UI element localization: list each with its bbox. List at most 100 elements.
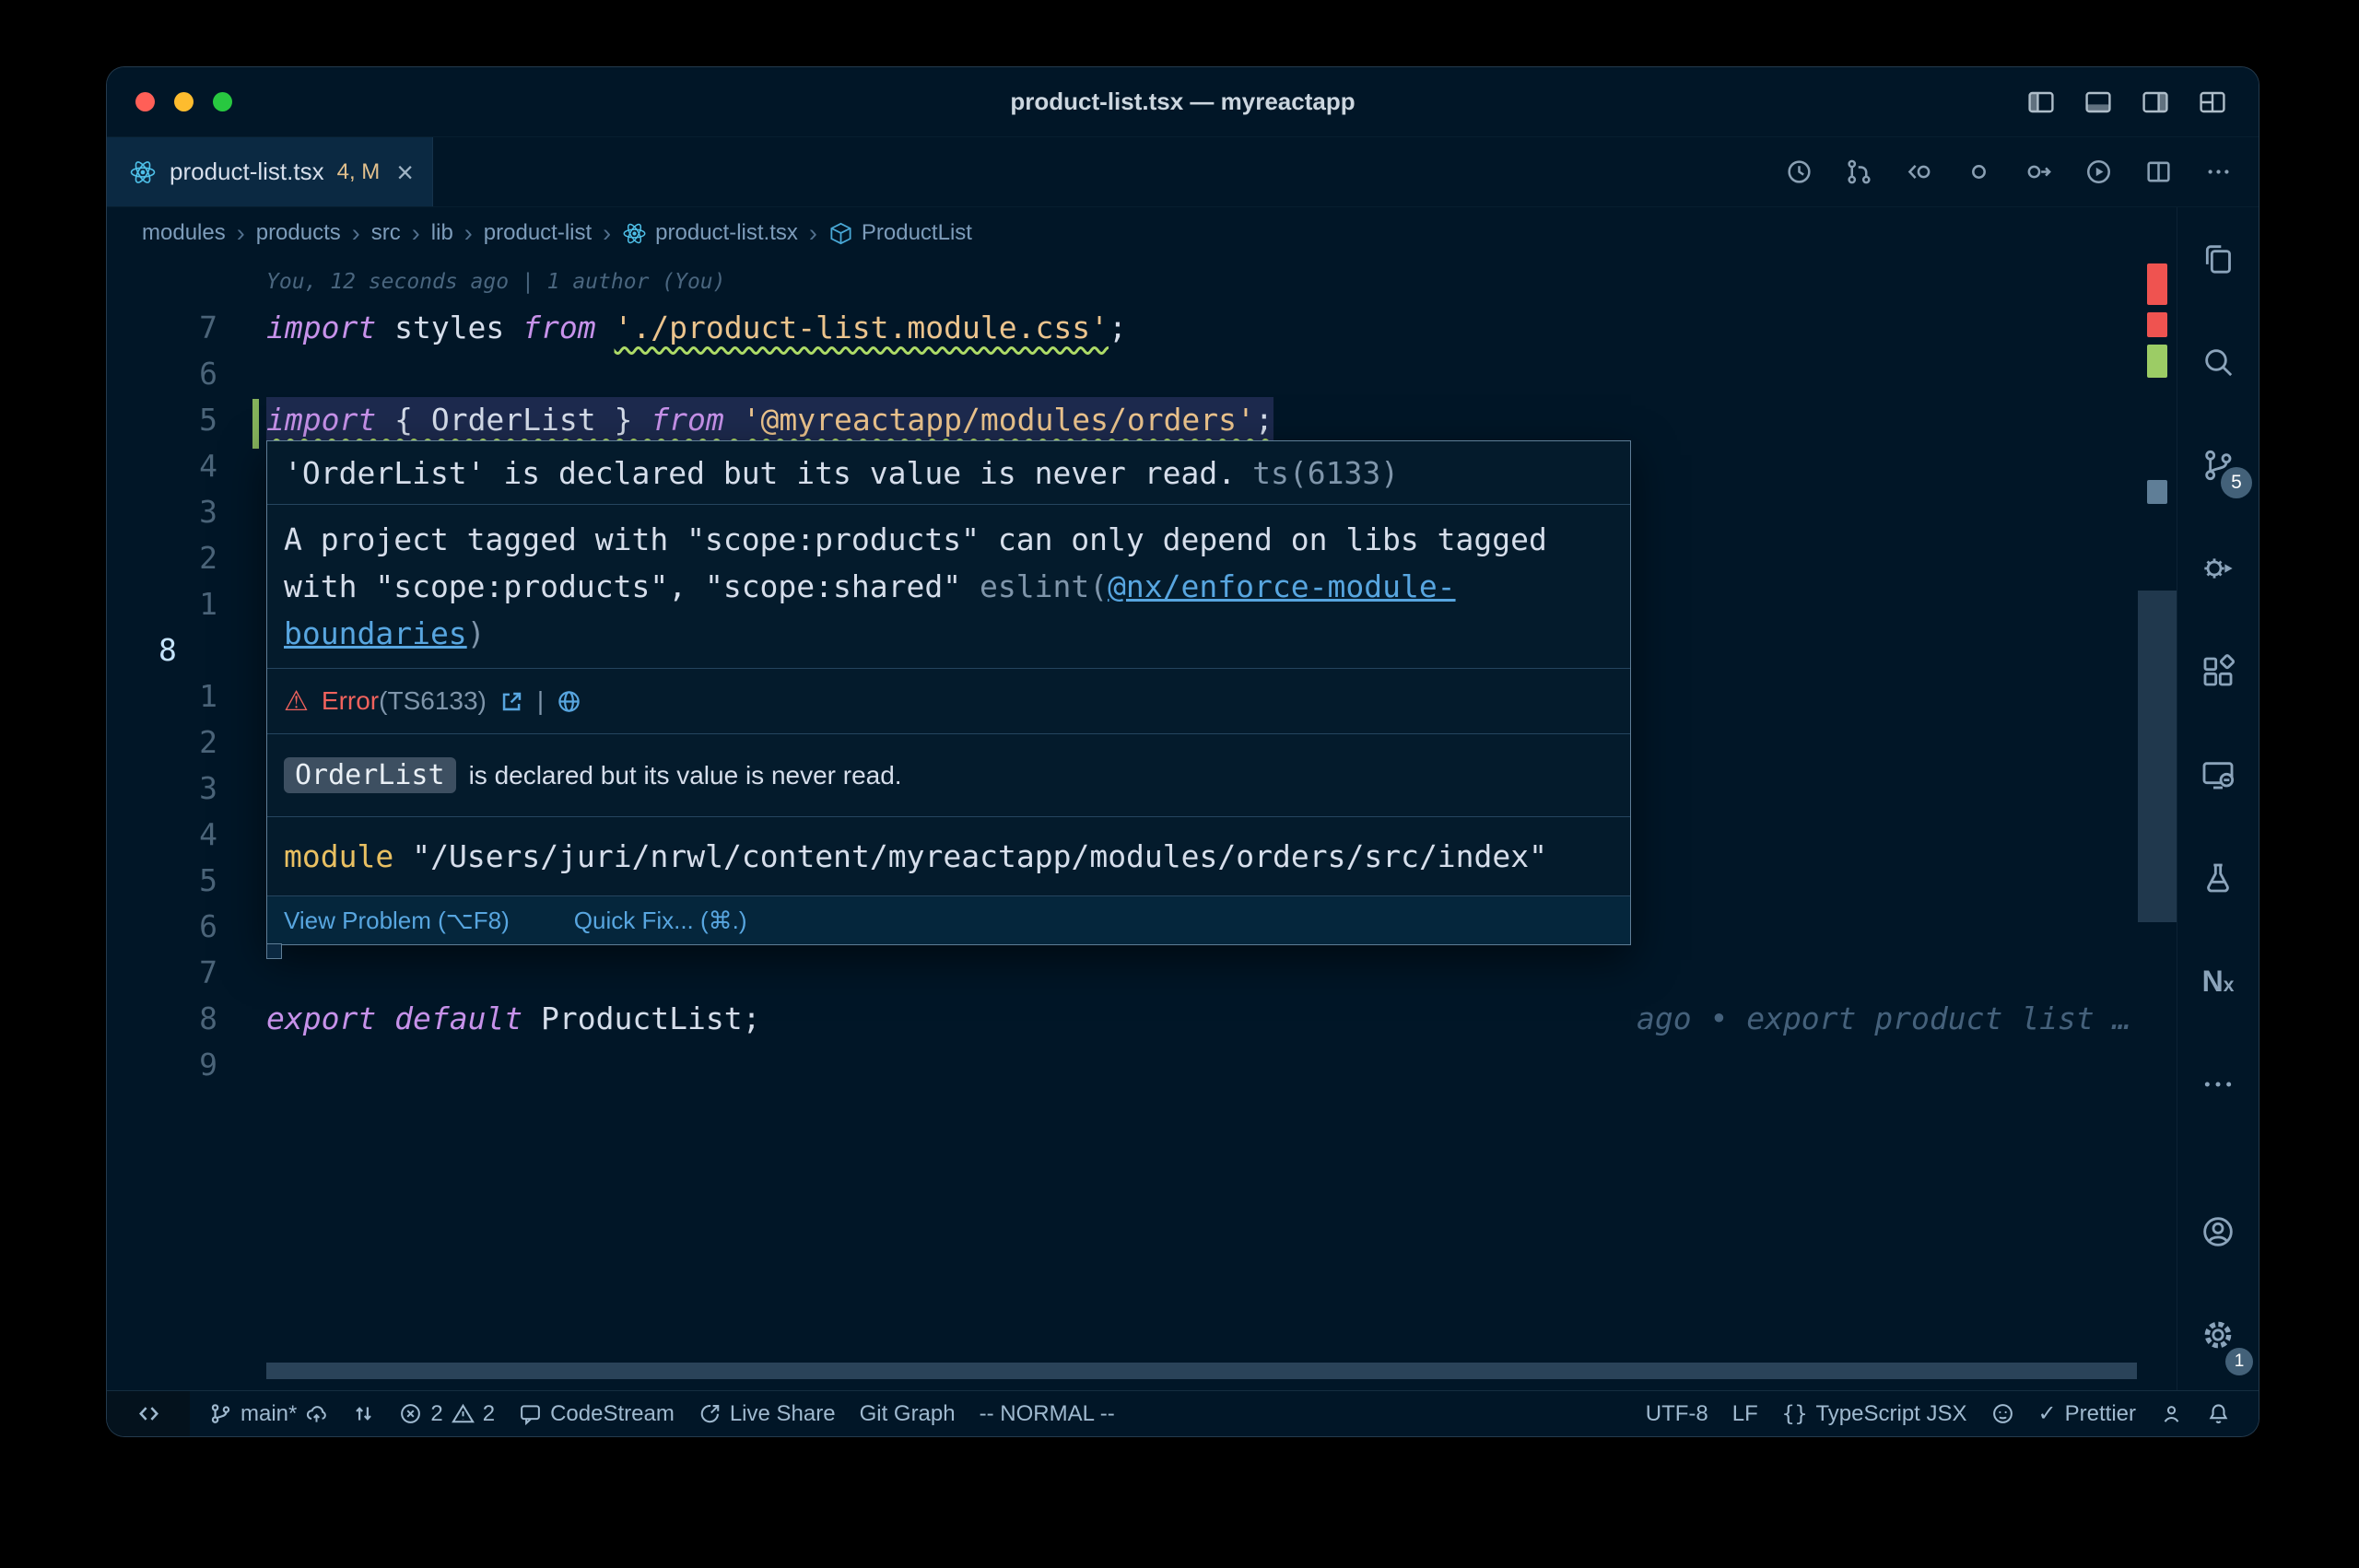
nx-console-icon: Nx [2202, 965, 2235, 999]
activity-extensions[interactable] [2177, 620, 2259, 723]
problems-status[interactable]: 2 2 [387, 1391, 507, 1436]
activity-testing[interactable] [2177, 826, 2259, 930]
git-sync-button[interactable] [340, 1391, 387, 1436]
git-graph-status[interactable]: Git Graph [848, 1391, 968, 1436]
encoding-status[interactable]: UTF-8 [1634, 1391, 1720, 1436]
remote-indicator[interactable] [107, 1391, 190, 1436]
code-line[interactable]: 5 import { OrderList } from '@myreactapp… [107, 397, 2177, 443]
minimize-window-button[interactable] [174, 92, 194, 111]
line-number[interactable]: 2 [107, 535, 217, 581]
globe-icon[interactable] [557, 689, 581, 714]
line-number[interactable]: 4 [107, 812, 217, 858]
activity-remote-explorer[interactable] [2177, 723, 2259, 826]
whitespace [522, 1000, 541, 1036]
live-share-status[interactable]: Live Share [687, 1391, 848, 1436]
editor-column: modules › products › src › lib › product… [107, 207, 2177, 1390]
code-line[interactable]: 9 [107, 1042, 2177, 1088]
breadcrumb-item-product-list-dir[interactable]: product-list [484, 220, 592, 246]
view-problem-button[interactable]: View Problem (⌥F8) [284, 907, 510, 935]
timeline-icon[interactable] [1785, 158, 1813, 186]
gitlens-codelens[interactable]: You, 12 seconds ago | 1 author (You) [266, 259, 726, 305]
vim-mode-label: -- NORMAL -- [980, 1401, 1115, 1427]
hover-resize-handle[interactable] [266, 943, 282, 959]
breadcrumb-item-file[interactable]: product-list.tsx [622, 220, 798, 246]
zoom-window-button[interactable] [213, 92, 232, 111]
traffic-lights [107, 92, 232, 111]
line-number[interactable]: 8 [107, 996, 217, 1042]
line-number[interactable]: 3 [107, 766, 217, 812]
split-editor-icon[interactable] [2144, 158, 2173, 186]
open-external-icon[interactable] [499, 689, 524, 714]
line-number[interactable]: 6 [107, 351, 217, 397]
feedback-status[interactable] [2148, 1391, 2195, 1436]
line-number[interactable]: 1 [107, 673, 217, 720]
toggle-panel-icon[interactable] [2083, 88, 2113, 117]
activity-source-control[interactable]: 5 [2177, 414, 2259, 517]
titlebar: product-list.tsx — myreactapp [107, 67, 2259, 137]
person-icon [2160, 1402, 2183, 1425]
overview-ruler[interactable] [2138, 259, 2177, 1390]
code-text[interactable]: export default ProductList; [266, 996, 760, 1042]
nx-rule-link[interactable]: @nx/enforce-module- [1108, 568, 1456, 604]
prettier-status[interactable]: ✓ Prettier [2026, 1391, 2148, 1436]
line-number[interactable]: 4 [107, 443, 217, 489]
breadcrumb-item-modules[interactable]: modules [142, 220, 226, 246]
breadcrumb-item-src[interactable]: src [371, 220, 401, 246]
breadcrumb-item-symbol[interactable]: ProductList [828, 220, 972, 246]
activity-account[interactable] [2177, 1180, 2259, 1283]
close-window-button[interactable] [135, 92, 155, 111]
horizontal-scrollbar-thumb[interactable] [266, 1363, 2137, 1379]
activity-run-tasks[interactable] [2177, 517, 2259, 620]
tab-product-list[interactable]: product-list.tsx 4, M × [107, 137, 433, 206]
code-line[interactable]: 6 [107, 351, 2177, 397]
line-number[interactable]: 6 [107, 904, 217, 950]
code-line[interactable]: 7 [107, 950, 2177, 996]
activity-explorer[interactable] [2177, 207, 2259, 310]
nav-back-icon[interactable] [1905, 158, 1933, 186]
warning-count-icon [452, 1402, 475, 1425]
line-number[interactable]: 1 [107, 581, 217, 627]
breadcrumb-item-lib[interactable]: lib [431, 220, 453, 246]
code-line[interactable]: 7 import styles from './product-list.mod… [107, 305, 2177, 351]
nav-forward-icon[interactable] [2025, 158, 2053, 186]
eol-status[interactable]: LF [1720, 1391, 1770, 1436]
code-text[interactable]: import styles from './product-list.modul… [266, 305, 1127, 351]
quick-fix-button[interactable]: Quick Fix... (⌘.) [574, 907, 747, 935]
breadcrumb-item-products[interactable]: products [256, 220, 341, 246]
toggle-sidebar-right-icon[interactable] [2141, 88, 2170, 117]
line-number[interactable]: 7 [107, 305, 217, 351]
line-number[interactable]: 5 [107, 858, 217, 904]
language-status[interactable]: {} TypeScript JSX [1770, 1391, 1979, 1436]
nx-rule-link[interactable]: boundaries [284, 615, 467, 651]
vim-mode-status[interactable]: -- NORMAL -- [968, 1391, 1127, 1436]
activity-settings[interactable]: 1 [2177, 1283, 2259, 1387]
github-status[interactable] [1979, 1391, 2026, 1436]
activity-nx-console[interactable]: Nx [2177, 930, 2259, 1033]
hover-diagnostics-popup: 'OrderList' is declared but its value is… [266, 440, 1631, 945]
vertical-scrollbar-thumb[interactable] [2138, 591, 2177, 922]
tab-close-icon[interactable]: × [396, 158, 414, 187]
line-number[interactable]: 3 [107, 489, 217, 535]
code-editor[interactable]: You, 12 seconds ago | 1 author (You) 7 i… [107, 259, 2177, 1390]
current-line-number[interactable]: 8 [107, 627, 217, 673]
nav-circle-icon[interactable] [1965, 158, 1993, 186]
git-sync-icon [352, 1402, 375, 1425]
activity-more-views[interactable] [2177, 1033, 2259, 1136]
line-number[interactable]: 9 [107, 1042, 217, 1088]
run-file-icon[interactable] [2084, 158, 2113, 186]
toggle-sidebar-left-icon[interactable] [2026, 88, 2056, 117]
pull-request-icon[interactable] [1845, 158, 1873, 186]
more-actions-icon[interactable] [2204, 158, 2233, 186]
breadcrumb-label: ProductList [862, 220, 972, 246]
activity-search[interactable] [2177, 310, 2259, 414]
codestream-status[interactable]: CodeStream [507, 1391, 687, 1436]
line-number[interactable]: 5 [107, 397, 217, 443]
code-text[interactable]: import { OrderList } from '@myreactapp/m… [266, 397, 1273, 443]
module-keyword: module [284, 838, 393, 874]
branch-status[interactable]: main* [197, 1391, 340, 1436]
line-number[interactable]: 7 [107, 950, 217, 996]
line-number[interactable]: 2 [107, 720, 217, 766]
customize-layout-icon[interactable] [2198, 88, 2227, 117]
tab-label: product-list.tsx [170, 158, 324, 186]
notifications-status[interactable] [2195, 1391, 2242, 1436]
